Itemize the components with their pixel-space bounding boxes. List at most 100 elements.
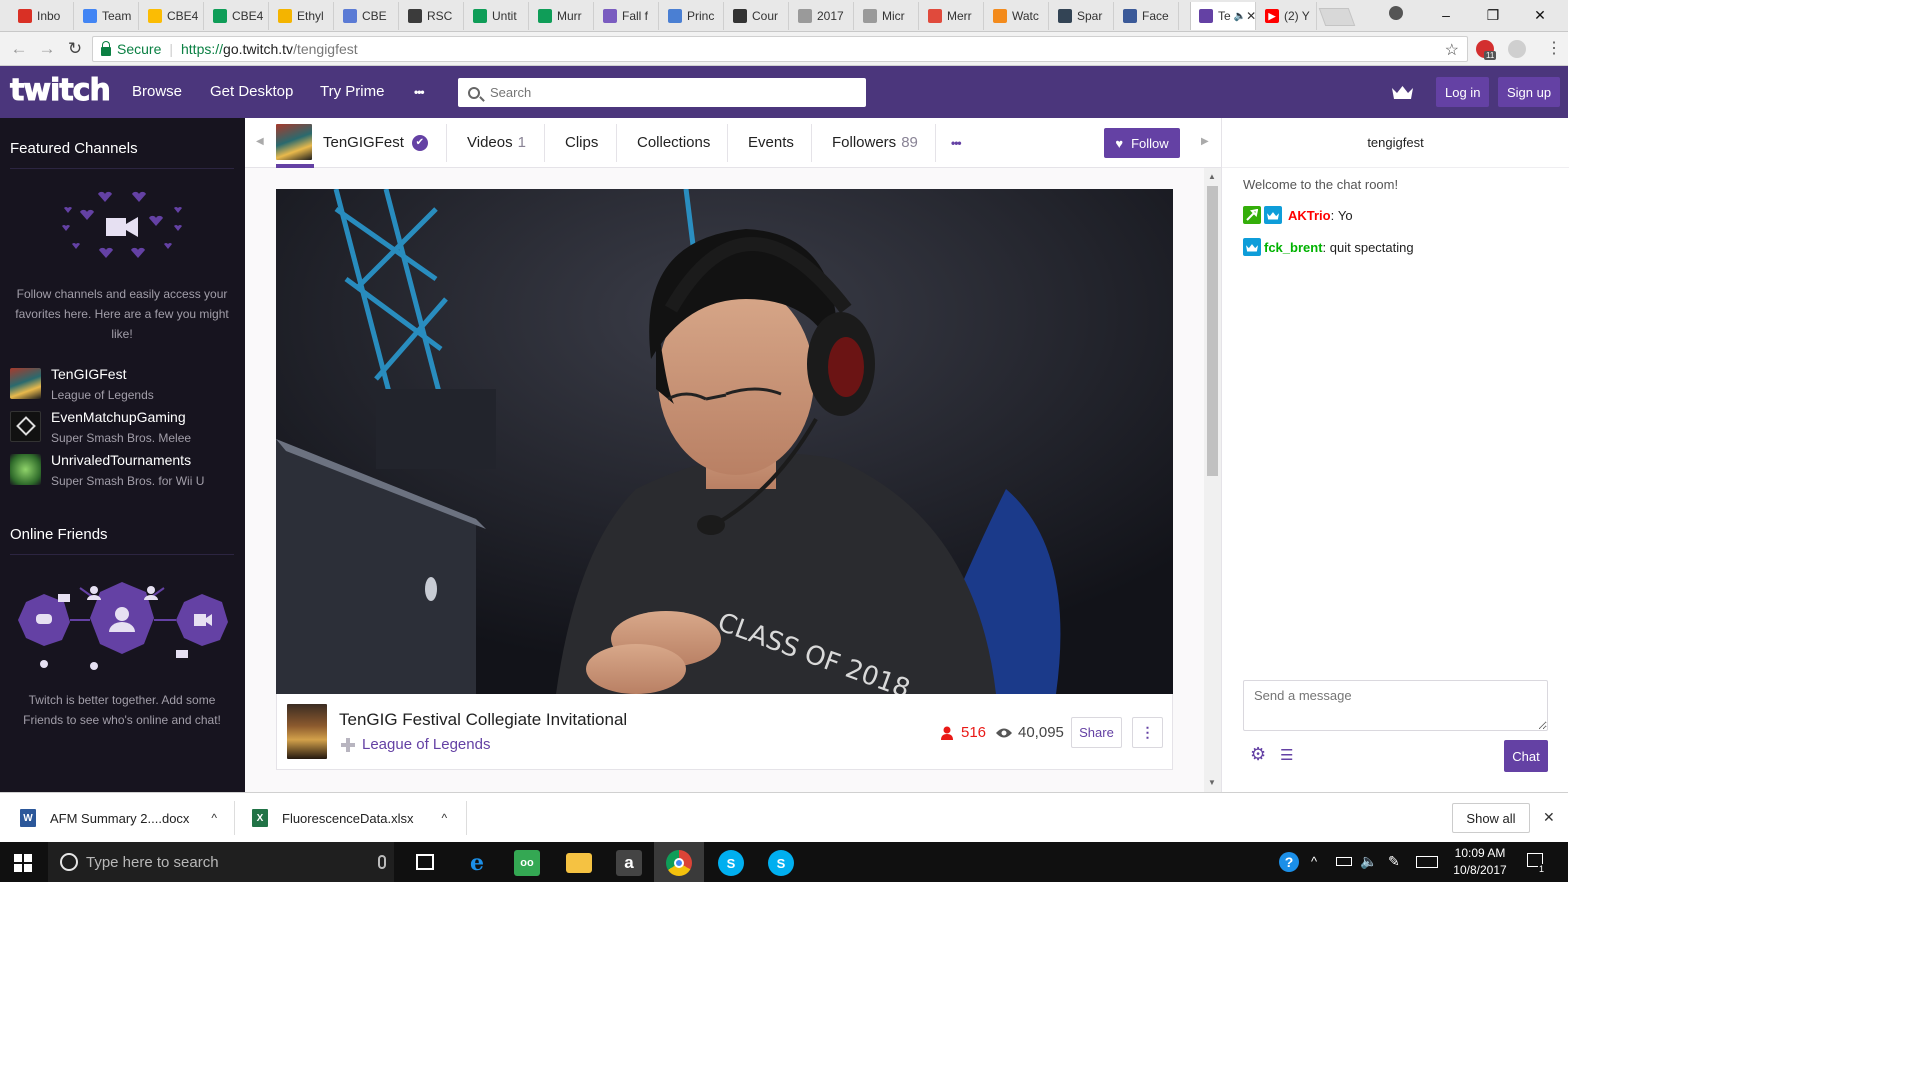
window-close-button[interactable]: ✕ xyxy=(1517,0,1563,30)
featured-channel-item[interactable]: UnrivaledTournaments Super Smash Bros. f… xyxy=(10,452,240,492)
prime-crown-icon[interactable] xyxy=(1392,85,1413,99)
download-menu-icon[interactable]: ^ xyxy=(211,811,217,825)
tab-close-icon[interactable]: ✕ xyxy=(1246,9,1255,23)
browser-tab[interactable]: Micr xyxy=(855,2,919,30)
download-menu-icon[interactable]: ^ xyxy=(442,811,448,825)
browser-tab[interactable]: CBE4 xyxy=(205,2,269,30)
more-options-icon[interactable]: ⋮ xyxy=(1132,717,1163,748)
window-minimize-button[interactable]: – xyxy=(1423,0,1469,30)
nav-try-prime[interactable]: Try Prime xyxy=(320,66,384,118)
chat-username[interactable]: AKTrio xyxy=(1288,208,1331,223)
chat-viewer-list-icon[interactable]: ☰ xyxy=(1280,746,1293,764)
task-view-icon[interactable] xyxy=(416,854,434,870)
search-box[interactable] xyxy=(458,78,866,107)
nav-browse[interactable]: Browse xyxy=(132,66,182,118)
channel-name-tab[interactable]: TenGIGFest ✔ xyxy=(323,118,428,168)
chat-username[interactable]: fck_brent xyxy=(1264,240,1323,255)
nav-get-desktop[interactable]: Get Desktop xyxy=(210,66,293,118)
browser-tab[interactable]: Untit xyxy=(465,2,529,30)
taskbar-search[interactable]: Type here to search xyxy=(48,842,394,882)
prime-badge-icon xyxy=(1243,238,1261,256)
divider xyxy=(10,168,234,169)
video-player[interactable]: CLASS OF 2018 xyxy=(276,189,1173,694)
browser-tab[interactable]: Inbo xyxy=(10,2,74,30)
tab-events[interactable]: Events xyxy=(748,118,794,168)
browser-tab[interactable]: Murr xyxy=(530,2,594,30)
taskbar-search-placeholder: Type here to search xyxy=(86,853,219,871)
help-icon[interactable]: ? xyxy=(1279,852,1299,872)
twitch-logo[interactable]: twitch xyxy=(10,73,112,108)
browser-tab[interactable]: Ethyl xyxy=(270,2,334,30)
featured-channel-item[interactable]: EvenMatchupGaming Super Smash Bros. Mele… xyxy=(10,409,240,449)
download-item[interactable]: X FluorescenceData.xlsx ^ xyxy=(252,793,447,843)
browser-tab[interactable]: Cour xyxy=(725,2,789,30)
browser-tab[interactable]: Spar xyxy=(1050,2,1114,30)
chrome-menu-icon[interactable]: ⋮ xyxy=(1546,40,1562,58)
close-shelf-icon[interactable]: ✕ xyxy=(1543,809,1555,826)
battery-icon[interactable] xyxy=(1336,857,1352,866)
stream-game-link[interactable]: League of Legends xyxy=(341,736,490,753)
chat-message-input[interactable] xyxy=(1243,680,1548,731)
game-boxart[interactable] xyxy=(287,704,327,759)
login-button[interactable]: Log in xyxy=(1436,77,1490,107)
microphone-icon[interactable] xyxy=(378,855,386,869)
scroll-right-icon[interactable]: ▶ xyxy=(1201,136,1209,147)
browser-tab[interactable]: Merr xyxy=(920,2,984,30)
show-all-downloads-button[interactable]: Show all xyxy=(1452,803,1530,833)
browser-tab[interactable]: CBE xyxy=(335,2,399,30)
volume-icon[interactable]: 🔈 xyxy=(1360,853,1377,870)
profile-icon[interactable] xyxy=(1389,6,1403,20)
forward-button[interactable]: → xyxy=(36,38,58,60)
address-bar[interactable]: Secure | https://go.twitch.tv/tengigfest… xyxy=(92,36,1468,62)
browser-tab[interactable]: Team xyxy=(75,2,139,30)
tab-followers[interactable]: Followers 89 xyxy=(832,118,918,168)
browser-tab[interactable]: Watc xyxy=(985,2,1049,30)
share-button[interactable]: Share xyxy=(1071,717,1122,748)
new-tab-button[interactable] xyxy=(1318,8,1356,26)
window-maximize-button[interactable]: ❐ xyxy=(1470,0,1516,30)
pen-icon[interactable]: ✎ xyxy=(1388,853,1400,870)
file-explorer-icon[interactable] xyxy=(566,853,592,873)
extension-icon-2[interactable] xyxy=(1508,40,1526,58)
windows-start-icon[interactable] xyxy=(14,854,32,872)
back-button[interactable]: ← xyxy=(8,38,30,60)
featured-channel-item[interactable]: TenGIGFest League of Legends xyxy=(10,366,240,406)
tab-clips[interactable]: Clips xyxy=(565,118,598,168)
system-clock[interactable]: 10:09 AM 10/8/2017 xyxy=(1446,845,1514,879)
browser-tab[interactable]: Face xyxy=(1115,2,1179,30)
search-input[interactable] xyxy=(490,85,850,100)
scroll-left-icon[interactable]: ◀ xyxy=(256,136,264,147)
chat-send-button[interactable]: Chat xyxy=(1504,740,1548,772)
browser-tab[interactable]: CBE4 xyxy=(140,2,204,30)
skype-icon[interactable]: S xyxy=(718,850,744,876)
follow-button[interactable]: ♥ Follow xyxy=(1104,128,1180,158)
tripadvisor-icon[interactable]: oo xyxy=(514,850,540,876)
bookmark-star-icon[interactable]: ☆ xyxy=(1445,40,1459,60)
download-item[interactable]: W AFM Summary 2....docx ^ xyxy=(20,793,217,843)
browser-tab[interactable]: Fall f xyxy=(595,2,659,30)
browser-tab[interactable]: Princ xyxy=(660,2,724,30)
channel-more-icon[interactable]: ••• xyxy=(951,118,962,168)
search-icon xyxy=(468,86,480,99)
amazon-icon[interactable]: a xyxy=(616,850,642,876)
browser-tab[interactable]: RSC xyxy=(400,2,464,30)
tray-expand-icon[interactable]: ^ xyxy=(1311,854,1317,869)
reload-button[interactable]: ↻ xyxy=(64,38,86,60)
scrollbar-thumb[interactable] xyxy=(1207,186,1218,476)
channel-avatar[interactable] xyxy=(276,124,312,160)
skype-icon-2[interactable]: S xyxy=(768,850,794,876)
browser-tab[interactable]: 2017 xyxy=(790,2,854,30)
keyboard-icon[interactable] xyxy=(1416,856,1438,868)
edge-icon[interactable]: e xyxy=(464,850,490,876)
tab-collections[interactable]: Collections xyxy=(637,118,710,168)
chrome-icon[interactable] xyxy=(666,850,692,876)
tab-videos[interactable]: Videos 1 xyxy=(467,118,526,168)
scroll-down-icon[interactable]: ▼ xyxy=(1208,778,1216,787)
browser-tab-youtube[interactable]: ▶ (2) Y xyxy=(1257,2,1317,30)
scroll-up-icon[interactable]: ▲ xyxy=(1208,172,1216,181)
signup-button[interactable]: Sign up xyxy=(1498,77,1561,107)
nav-more-icon[interactable]: ••• xyxy=(414,66,425,118)
chat-settings-icon[interactable]: ⚙ xyxy=(1250,744,1266,765)
browser-tab-active[interactable]: Te 🔈 ✕ xyxy=(1190,2,1256,30)
featured-hearts-camera-icon xyxy=(62,191,182,258)
